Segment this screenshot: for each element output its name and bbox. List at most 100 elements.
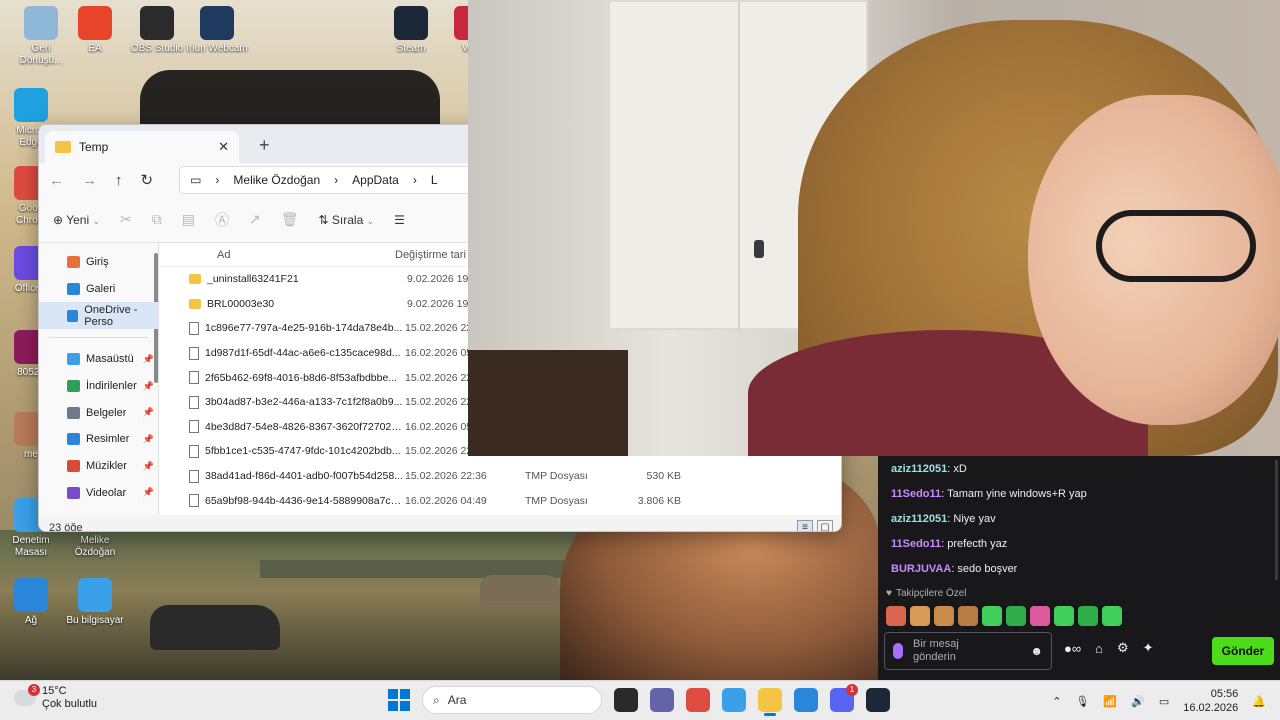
view-icon[interactable]: ☰ bbox=[394, 213, 405, 227]
address-bar[interactable]: ▭ › Melike Özdoğan › AppData › L bbox=[179, 166, 500, 194]
channel-points-icon[interactable]: ●∞ bbox=[1064, 641, 1081, 656]
nav-item[interactable]: Masaüstü 📌 bbox=[39, 346, 158, 373]
desktop-icon[interactable]: Geri Dönüşü... bbox=[10, 6, 72, 67]
up-arrow-icon[interactable]: ↑ bbox=[115, 172, 123, 189]
chevron-up-icon[interactable]: ⌃ bbox=[1052, 695, 1061, 708]
emote-icon[interactable] bbox=[886, 606, 906, 626]
emote-icon[interactable] bbox=[982, 606, 1002, 626]
desktop-icon[interactable]: OBS Studio bbox=[126, 6, 188, 55]
file-icon bbox=[189, 371, 199, 385]
volume-icon[interactable]: 🔊 bbox=[1131, 695, 1145, 708]
breadcrumb-item[interactable]: AppData bbox=[352, 173, 399, 187]
emote-icon[interactable] bbox=[934, 606, 954, 626]
clock[interactable]: 05:56 16.02.2026 bbox=[1183, 687, 1238, 715]
settings-gear-icon[interactable]: ⚙ bbox=[1117, 640, 1129, 656]
share-icon[interactable]: ↗ bbox=[249, 211, 261, 228]
store-icon[interactable]: ⌂ bbox=[1095, 641, 1103, 656]
chat-username[interactable]: 11Sedo11 bbox=[891, 488, 941, 500]
copy-icon[interactable]: ⧉ bbox=[152, 211, 162, 228]
paste-icon[interactable]: ▤ bbox=[182, 211, 195, 228]
emote-icon[interactable] bbox=[1102, 606, 1122, 626]
file-icon bbox=[189, 469, 199, 483]
bits-icon[interactable]: ✦ bbox=[1143, 640, 1154, 656]
nav-item[interactable]: Müzikler 📌 bbox=[39, 453, 158, 480]
chat-username[interactable]: 11Sedo11 bbox=[891, 538, 941, 550]
pin-icon: 📌 bbox=[142, 487, 154, 498]
emote-icon[interactable] bbox=[958, 606, 978, 626]
desktop-icon[interactable]: Ağ bbox=[0, 578, 62, 627]
chat-username[interactable]: BURJUVAA bbox=[891, 563, 951, 575]
nav-item[interactable]: Belgeler 📌 bbox=[39, 399, 158, 426]
file-name: 2f65b462-69f8-4016-b8d6-8f53afbdbbe... bbox=[205, 371, 398, 384]
discord-icon[interactable]: 1 bbox=[830, 684, 858, 712]
breadcrumb-item[interactable]: L bbox=[431, 173, 438, 187]
chat-tools: ●∞ ⌂ ⚙ ✦ bbox=[1064, 640, 1154, 656]
file-row[interactable]: 65a9bf98-944b-4436-9e14-5889908a7ca... 16… bbox=[159, 488, 841, 513]
file-name: _uninstall63241F21 bbox=[207, 273, 299, 286]
chat-text: : prefecth yaz bbox=[941, 537, 1008, 550]
teams-icon[interactable] bbox=[650, 688, 674, 712]
steam-icon[interactable] bbox=[866, 688, 890, 712]
desktop-icon[interactable]: Iriun Webcam bbox=[186, 6, 248, 55]
webcam-door-knob bbox=[754, 240, 764, 258]
nav-item[interactable]: OneDrive - Perso bbox=[39, 302, 158, 330]
rename-icon[interactable]: Ⓐ bbox=[215, 210, 229, 230]
nav-item[interactable]: Videolar 📌 bbox=[39, 480, 158, 507]
file-explorer-icon[interactable] bbox=[758, 688, 782, 716]
microphone-icon[interactable]: 🎙 bbox=[1075, 695, 1089, 708]
store-icon[interactable] bbox=[794, 688, 818, 712]
send-button[interactable]: Gönder bbox=[1212, 637, 1274, 665]
weather-condition: Çok bulutlu bbox=[42, 698, 98, 710]
desktop-icon[interactable]: Steam bbox=[380, 6, 442, 55]
pin-icon: 📌 bbox=[142, 380, 154, 391]
refresh-icon[interactable]: ↻ bbox=[141, 171, 154, 189]
back-arrow-icon[interactable]: ← bbox=[49, 172, 64, 189]
taskbar-search[interactable]: ⌕ Ara bbox=[422, 686, 602, 714]
chat-message: 11Sedo11: prefecth yaz bbox=[878, 531, 1280, 556]
emote-icon[interactable] bbox=[1006, 606, 1026, 626]
chat-username[interactable]: aziz112051 bbox=[891, 463, 947, 475]
task-view-icon[interactable] bbox=[614, 688, 638, 712]
sort-button[interactable]: ⇅ Sırala ⌄ bbox=[318, 213, 374, 227]
notification-bell-icon[interactable]: 🔔 bbox=[1252, 695, 1266, 708]
tab-temp[interactable]: Temp ✕ bbox=[45, 131, 239, 163]
breadcrumb-item[interactable]: Melike Özdoğan bbox=[233, 173, 320, 187]
emote-icon[interactable] bbox=[1054, 606, 1074, 626]
desktop-icon[interactable]: Bu bilgisayar bbox=[64, 578, 126, 627]
emote-bar bbox=[886, 606, 1122, 626]
chrome-icon[interactable] bbox=[686, 688, 710, 712]
chat-scrollbar[interactable] bbox=[1275, 460, 1278, 580]
wifi-icon[interactable]: 📶 bbox=[1103, 695, 1117, 708]
emote-icon[interactable] bbox=[1078, 606, 1098, 626]
emote-icon[interactable] bbox=[910, 606, 930, 626]
file-row[interactable]: 38ad41ad-f86d-4401-adb0-f007b54d258... 15… bbox=[159, 464, 841, 489]
battery-icon[interactable]: ▭ bbox=[1159, 695, 1169, 708]
new-label: Yeni bbox=[66, 212, 90, 227]
desktop-icon[interactable]: EA bbox=[64, 6, 126, 55]
delete-icon[interactable]: 🗑 bbox=[281, 211, 299, 228]
nav-item[interactable]: İndirilenler 📌 bbox=[39, 373, 158, 400]
cut-icon[interactable]: ✂ bbox=[120, 211, 132, 228]
taskbar: 3 15°C Çok bulutlu ⌕ Ara 1 ⌃ 🎙 📶 🔊 ▭ 05:… bbox=[0, 680, 1280, 720]
copilot-icon[interactable] bbox=[722, 688, 746, 712]
pictures-icon bbox=[67, 433, 80, 446]
new-button[interactable]: ⊕ Yeni ⌄ bbox=[53, 213, 100, 227]
nav-item[interactable]: Galeri bbox=[39, 276, 158, 303]
start-windows-icon[interactable] bbox=[388, 689, 410, 711]
emote-icon[interactable] bbox=[1030, 606, 1050, 626]
chat-input[interactable]: Bir mesaj gönderin ☻ bbox=[884, 632, 1052, 670]
close-tab-icon[interactable]: ✕ bbox=[218, 139, 229, 155]
pin-icon: 📌 bbox=[142, 353, 154, 364]
weather-widget[interactable]: 3 15°C Çok bulutlu bbox=[14, 684, 98, 711]
nav-item[interactable]: Resimler 📌 bbox=[39, 426, 158, 453]
details-view-icon[interactable]: ≡ bbox=[797, 520, 813, 531]
new-tab-button[interactable]: + bbox=[259, 135, 270, 156]
tiles-view-icon[interactable]: ▢ bbox=[817, 520, 833, 531]
emoji-icon[interactable]: ☻ bbox=[1030, 644, 1043, 658]
nav-item[interactable]: Giriş bbox=[39, 249, 158, 276]
column-name[interactable]: Ad bbox=[189, 249, 395, 261]
forward-arrow-icon[interactable]: → bbox=[82, 172, 97, 189]
chat-message: aziz112051: xD bbox=[878, 456, 1280, 481]
microphone-icon[interactable] bbox=[893, 643, 903, 659]
chat-username[interactable]: aziz112051 bbox=[891, 513, 947, 525]
